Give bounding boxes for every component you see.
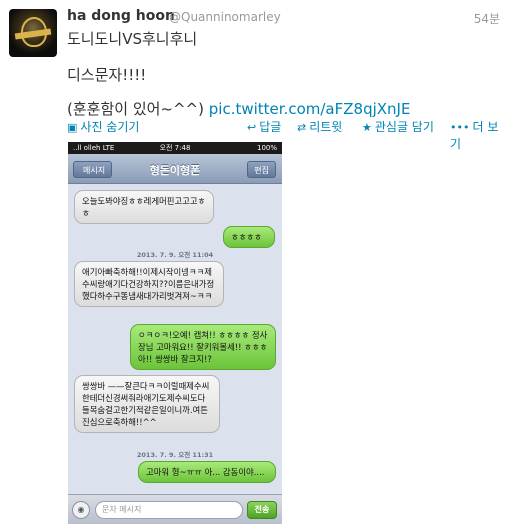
tweet-text-line3-content: (훈훈함이 있어~^^)	[67, 100, 204, 118]
tweet-text-line3: (훈훈함이 있어~^^) pic.twitter.com/aFZ8qjXnJE	[67, 98, 410, 119]
phone-clock: 오전 7:48	[159, 144, 191, 152]
phone-input-bar: ◉ 문자 메시지 전송	[68, 494, 282, 524]
star-icon: ★	[362, 121, 372, 134]
tweet-text-line2: 디스문자!!!!	[67, 66, 147, 84]
photo-link[interactable]: pic.twitter.com/aFZ8qjXnJE	[209, 100, 411, 118]
hide-photo-button[interactable]: ▣ 사진 숨기기	[67, 118, 139, 135]
send-button: 전송	[247, 501, 277, 519]
more-button[interactable]: ••• 더 보기	[450, 118, 507, 152]
tweet-text-line1: 도니도니VS후니후니	[67, 30, 198, 48]
hide-photo-label: 사진 숨기기	[80, 120, 140, 134]
favorite-label: 관심글 담기	[374, 120, 434, 134]
battery: 100%	[256, 144, 277, 152]
message-bubble-out: ㅎㅎㅎㅎ	[223, 226, 275, 248]
message-bubble-out: ㅇㅋㅇㅋ!오예! 캡쳐!! ㅎㅎㅎㅎ 정사장님 고마워요!! 잘키워볼세!! ㅎ…	[130, 324, 276, 370]
avatar[interactable]	[9, 9, 57, 57]
photo-icon: ▣	[67, 121, 78, 134]
message-bubble-in: 애기아빠축하해!!이제시작이넹ㅋㅋ제수씨랑애기다건강하지??이름은내가정했다하수…	[74, 261, 224, 307]
tweet-actions: ▣ 사진 숨기기 ↩ 답글 ⇄ 리트윗 ★ 관심글 담기 ••• 더 보기	[67, 118, 507, 151]
tweet: ha dong hoon @Quanninomarley 54분 도니도니VS후…	[0, 0, 514, 527]
favorite-button[interactable]: ★ 관심글 담기	[362, 118, 434, 135]
message-input: 문자 메시지	[95, 501, 243, 519]
message-timestamp: 2013. 7. 9. 오전 11:04	[136, 251, 214, 259]
message-bubble-in: 쌍쌍바 ——잘큰다ㅋㅋ이럴때제수씨한테더신경써줘라애기도제수씨도다들목숨걸고한기…	[74, 375, 220, 433]
camera-icon: ◉	[72, 501, 90, 519]
phone-status-bar: ..ll olleh LTE 오전 7:48 100%	[68, 142, 282, 154]
retweet-label: 리트윗	[309, 120, 343, 134]
message-timestamp: 2013. 7. 9. 오전 11:31	[136, 451, 214, 459]
retweet-icon: ⇄	[297, 121, 307, 134]
phone-nav-bar: 메시지 형돈이형폰 편집	[68, 154, 282, 184]
timestamp[interactable]: 54분	[474, 10, 500, 27]
message-bubble-out: 고마워 형~ㅠㅠ 아... 감동이야....	[138, 461, 276, 483]
message-bubble-in: 오늘도봐야징ㅎㅎ레게머핀고고고ㅎㅎ	[74, 190, 214, 224]
reply-label: 답글	[259, 120, 282, 134]
more-icon: •••	[450, 121, 470, 134]
display-name[interactable]: ha dong hoon	[67, 8, 175, 24]
retweet-button[interactable]: ⇄ 리트윗	[297, 118, 342, 135]
reply-icon: ↩	[247, 121, 257, 134]
reply-button[interactable]: ↩ 답글	[247, 118, 281, 135]
edit-button: 편집	[247, 161, 276, 178]
username[interactable]: @Quanninomarley	[169, 10, 281, 24]
attached-photo[interactable]: ..ll olleh LTE 오전 7:48 100% 메시지 형돈이형폰 편집…	[68, 142, 282, 524]
